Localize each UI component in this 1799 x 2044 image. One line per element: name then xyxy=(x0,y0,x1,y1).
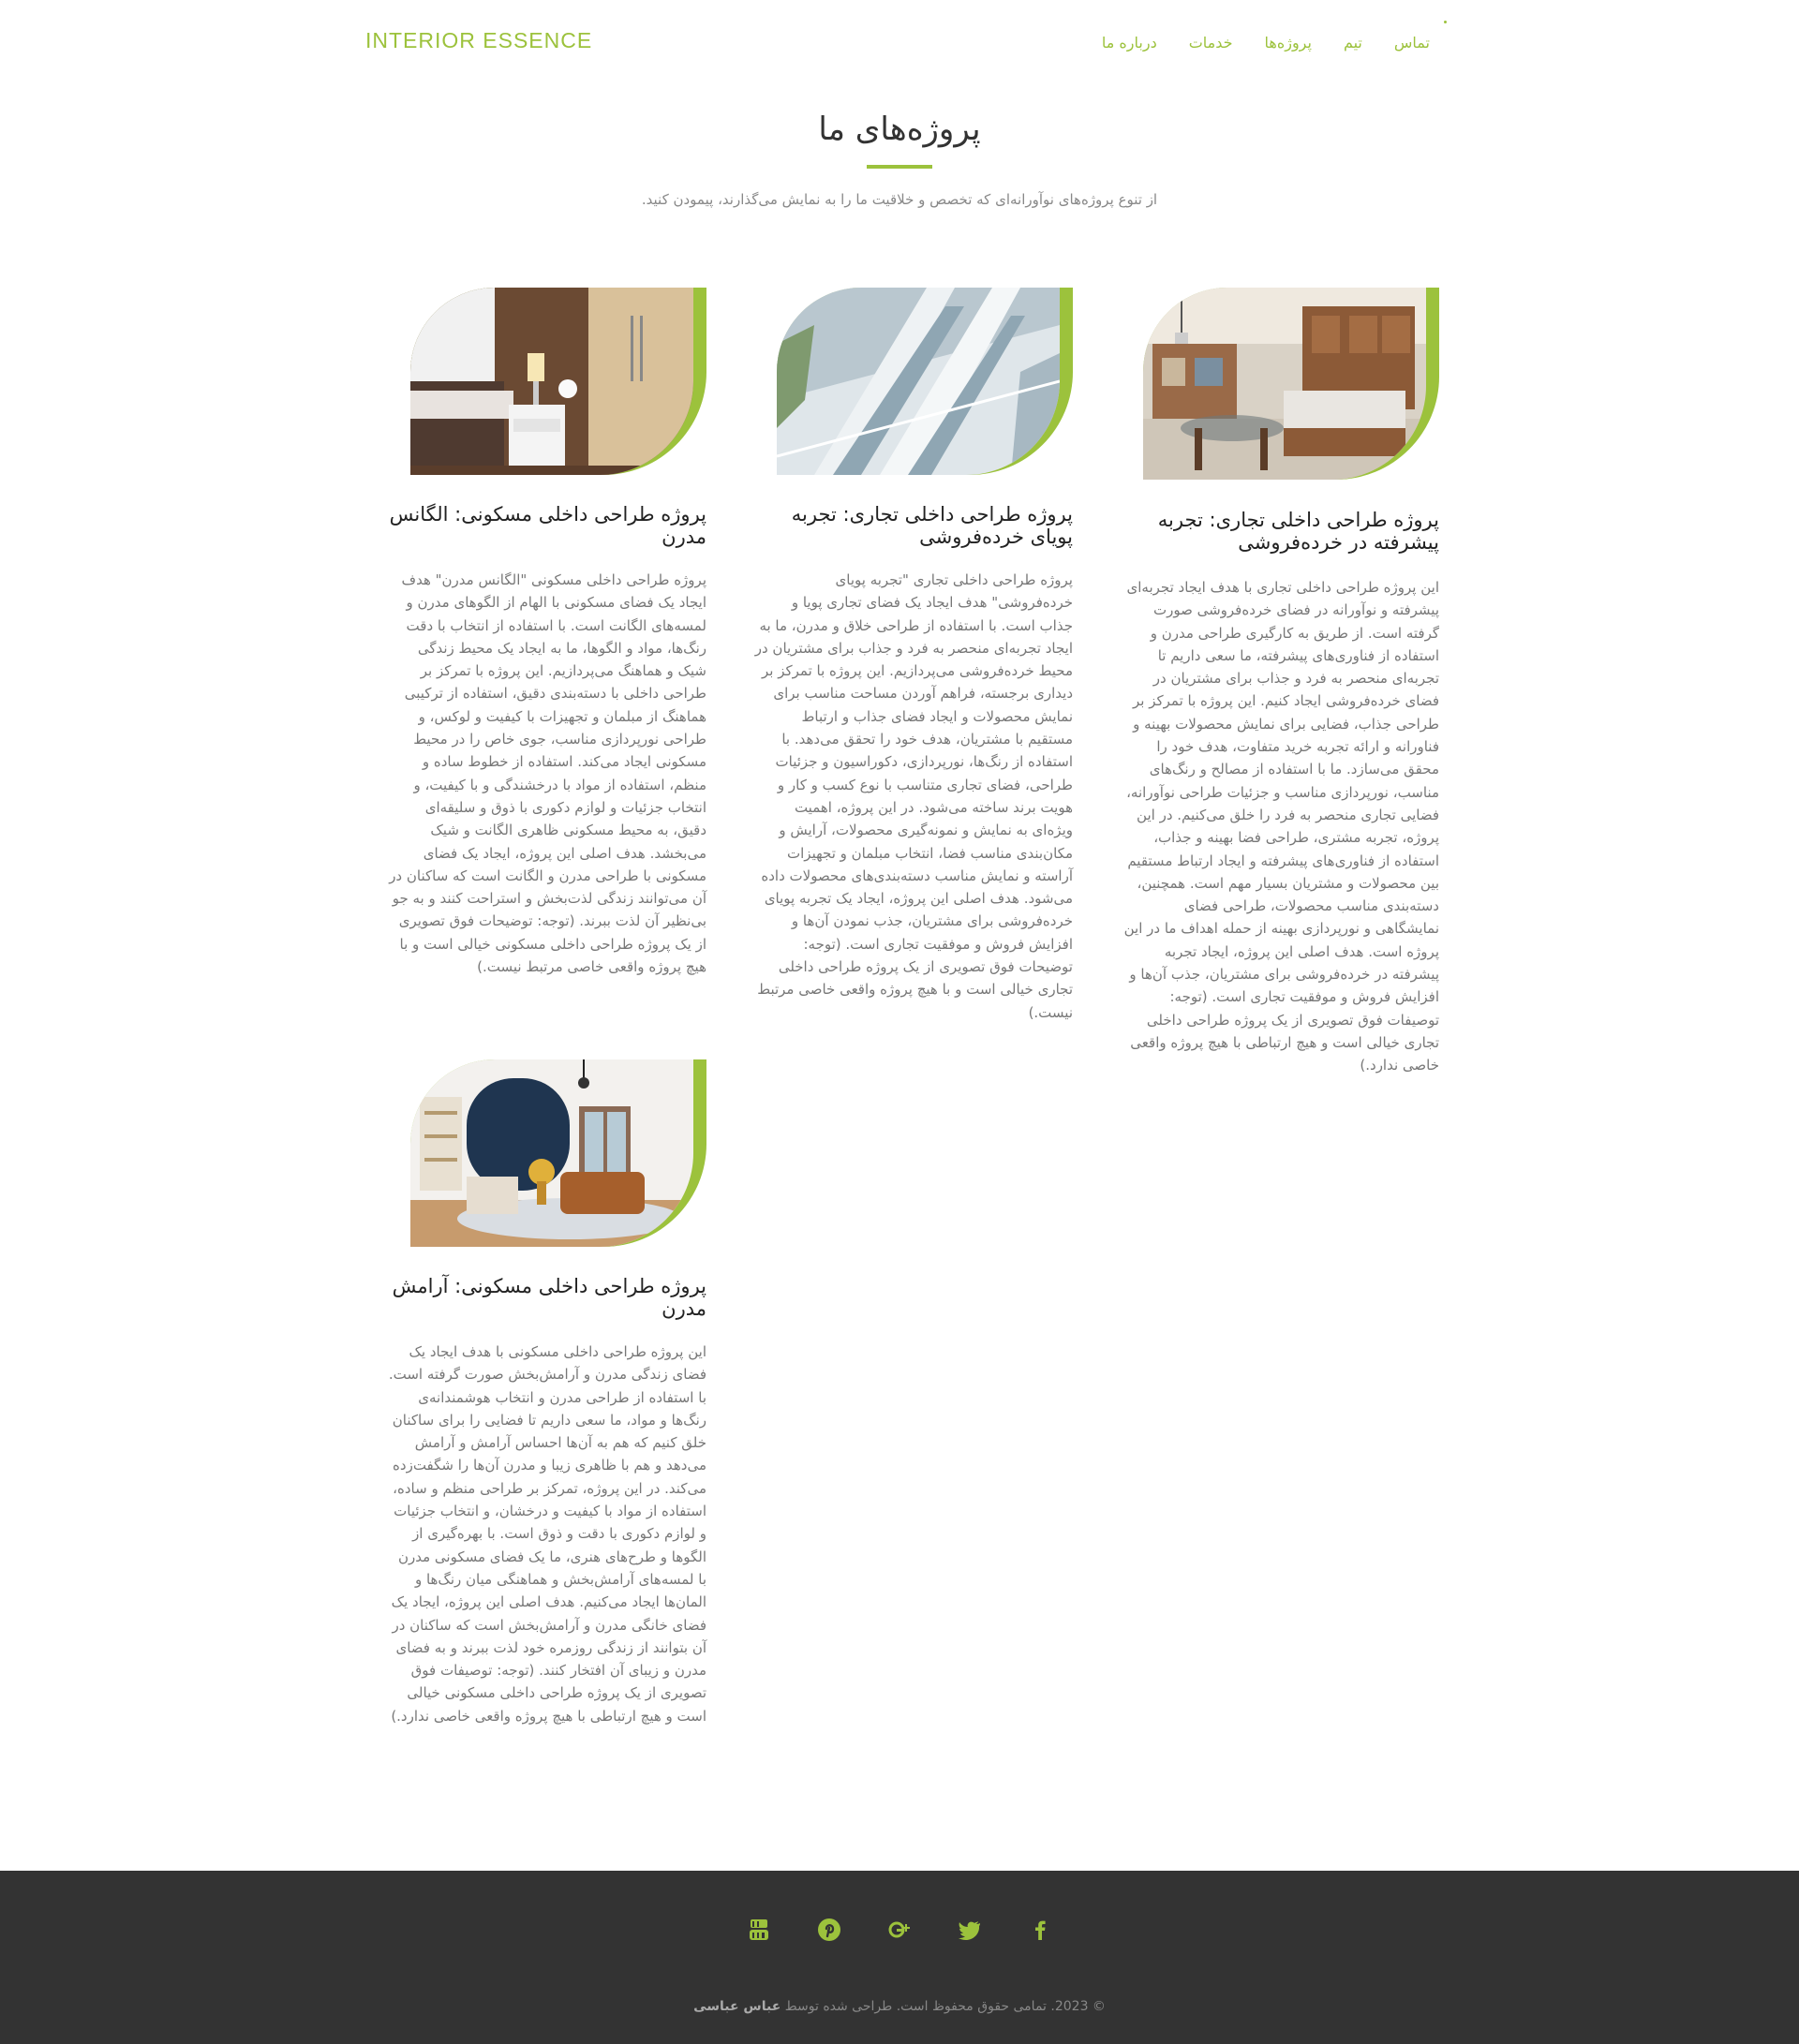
project-image-escalator[interactable] xyxy=(777,288,1060,475)
author-link[interactable]: عباس عباسی xyxy=(693,1999,781,2014)
project-title: پروژه طراحی داخلی تجاری: تجربه پیشرفته د… xyxy=(1157,509,1439,554)
project-image-frame xyxy=(777,288,1073,475)
pinterest-icon[interactable] xyxy=(817,1918,841,1942)
project-image-bedroom[interactable] xyxy=(410,288,693,475)
title-underline xyxy=(867,165,932,169)
nav-team[interactable]: تیم xyxy=(1344,34,1362,52)
main-nav: تماس تیم پروژه‌ها خدمات درباره ما xyxy=(1102,34,1430,52)
project-description: پروژه طراحی داخلی تجاری "تجربه پویای خرد… xyxy=(754,571,1073,1021)
project-description: این پروژه طراحی داخلی تجاری با هدف ایجاد… xyxy=(1123,579,1439,1074)
section-subtitle: از تنوع پروژه‌های نوآورانه‌ای که تخصص و … xyxy=(641,191,1158,208)
project-title: پروژه طراحی داخلی مسکونی: الگانس مدرن xyxy=(389,503,706,548)
project-image-frame xyxy=(410,1059,706,1247)
google-plus-icon[interactable] xyxy=(887,1918,912,1942)
facebook-icon[interactable] xyxy=(1028,1918,1052,1942)
footer: © 2023. تمامی حقوق محفوظ است. طراحی شده … xyxy=(0,1871,1799,2044)
project-image-frame xyxy=(1143,288,1439,480)
header: INTERIOR ESSENCE تماس تیم پروژه‌ها خدمات… xyxy=(0,0,1799,84)
logo[interactable]: INTERIOR ESSENCE xyxy=(365,28,592,53)
twitter-icon[interactable] xyxy=(958,1918,982,1942)
social-links xyxy=(0,1918,1799,1942)
nav-contact[interactable]: تماس xyxy=(1394,34,1430,52)
nav-indicator-dot xyxy=(1444,21,1447,23)
youtube-icon[interactable] xyxy=(747,1918,771,1942)
nav-about[interactable]: درباره ما xyxy=(1102,34,1157,52)
project-card: پروژه طراحی داخلی تجاری: تجربه پیشرفته د… xyxy=(1121,288,1449,1074)
project-title: پروژه طراحی داخلی تجاری: تجربه پویای خرد… xyxy=(791,503,1073,548)
project-card: پروژه طراحی داخلی مسکونی: آرامش مدرن این… xyxy=(388,1059,716,1771)
copyright: © 2023. تمامی حقوق محفوظ است. طراحی شده … xyxy=(0,1999,1799,2014)
project-image-kitchen[interactable] xyxy=(1143,288,1426,480)
project-image-living-room[interactable] xyxy=(410,1059,693,1247)
project-card: پروژه طراحی داخلی مسکونی: الگانس مدرن پر… xyxy=(388,288,716,1018)
copyright-text: © 2023. تمامی حقوق محفوظ است. طراحی شده … xyxy=(784,1999,1106,2014)
nav-services[interactable]: خدمات xyxy=(1189,34,1233,52)
page-title: پروژه‌های ما xyxy=(818,111,981,148)
nav-projects[interactable]: پروژه‌ها xyxy=(1265,34,1312,52)
project-description: پروژه طراحی داخلی مسکونی "الگانس مدرن" ه… xyxy=(389,571,706,976)
project-description: این پروژه طراحی داخلی مسکونی با هدف ایجا… xyxy=(388,1343,706,1725)
project-image-frame xyxy=(410,288,706,475)
project-title: پروژه طراحی داخلی مسکونی: آرامش مدرن xyxy=(392,1275,706,1320)
project-card: پروژه طراحی داخلی تجاری: تجربه پویای خرد… xyxy=(754,288,1082,1021)
